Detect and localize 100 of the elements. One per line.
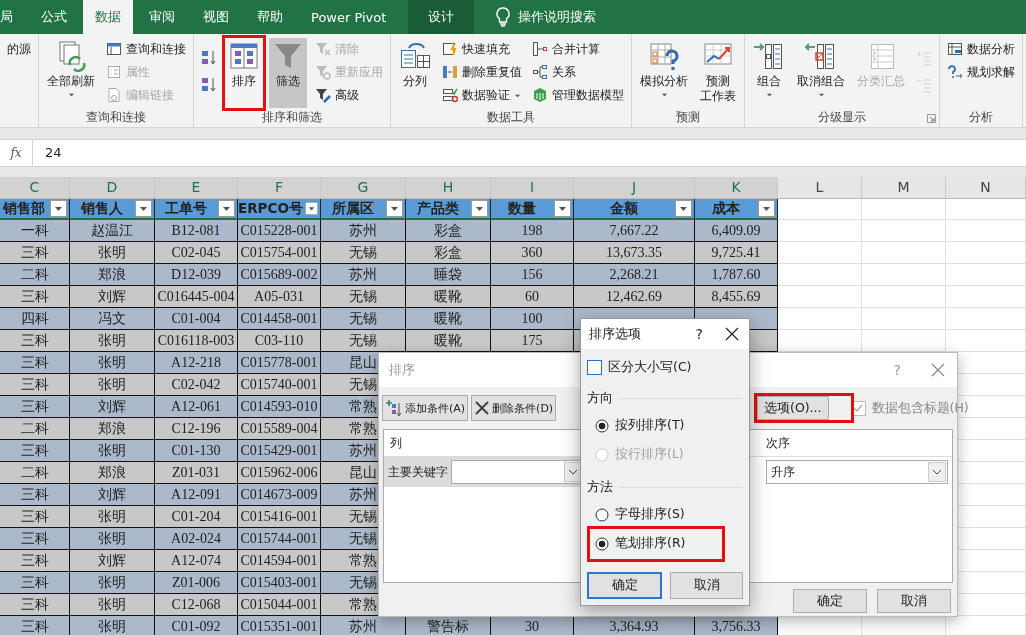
ribbon-button[interactable]: 数据验证 [440, 84, 523, 106]
column-header[interactable]: L [778, 177, 862, 198]
tell-me-search[interactable]: 操作说明搜索 [518, 8, 597, 26]
ribbon-button[interactable]: 快速填充 [440, 38, 512, 60]
sheet-cell[interactable] [862, 199, 946, 220]
sheet-cell[interactable] [946, 264, 1026, 286]
column-header[interactable]: C [0, 177, 70, 198]
caret-icon [765, 91, 773, 98]
column-header[interactable]: D [70, 177, 155, 198]
ribbon-button[interactable]: 全部刷新 [44, 38, 98, 108]
order-dropdown[interactable]: 升序 [766, 460, 948, 484]
lightbulb-icon [496, 7, 511, 27]
insert-function-button[interactable]: fx [0, 140, 33, 166]
column-heading: 次序 [765, 434, 791, 452]
header-text: 销售部 [1, 199, 46, 218]
table-cell: 三科 [0, 572, 70, 594]
filter-button[interactable] [675, 200, 692, 217]
ribbon-tab[interactable]: 局 [0, 0, 25, 34]
ribbon-button[interactable]: 合并计算 [530, 38, 602, 60]
filter-button[interactable] [554, 200, 571, 217]
sheet-cell[interactable] [946, 242, 1026, 264]
radio-button[interactable]: 笔划排序(R) [595, 533, 686, 554]
ribbon-button[interactable]: 分列 [396, 38, 434, 108]
filter-button[interactable] [758, 200, 775, 217]
ribbon-button[interactable]: 的源 [5, 38, 33, 60]
column-header[interactable]: F [238, 177, 321, 198]
table-cell: 二科 [0, 418, 70, 440]
column-header[interactable]: H [406, 177, 491, 198]
options-button[interactable]: 选项(O)... [757, 396, 829, 420]
header-text: 成本 [710, 199, 741, 218]
sheet-cell[interactable] [778, 308, 862, 330]
ribbon-tab[interactable]: 公式 [29, 0, 79, 34]
table-cell: C015589-004 [238, 418, 321, 440]
column-header[interactable]: N [946, 177, 1026, 198]
sheet-cell[interactable] [862, 220, 946, 242]
table-cell: C01-092 [155, 616, 238, 635]
column-header[interactable]: I [491, 177, 574, 198]
checkbox[interactable]: 区分大小写(C) [587, 359, 743, 376]
table-cell: 三科 [0, 506, 70, 528]
ribbon-button[interactable]: 查询和连接 [104, 38, 188, 60]
formula-input[interactable]: 24 [33, 140, 1026, 166]
ribbon-tab[interactable]: 设计 [408, 0, 475, 34]
column-header[interactable]: M [862, 177, 946, 198]
sheet-cell[interactable] [946, 220, 1026, 242]
sheet-cell[interactable] [946, 308, 1026, 330]
sheet-cell[interactable] [862, 264, 946, 286]
ribbon-tab[interactable]: 视图 [191, 0, 241, 34]
filter-button[interactable] [471, 200, 488, 217]
ribbon-tab[interactable]: 数据 [83, 0, 133, 34]
help-button[interactable]: ? [695, 326, 703, 342]
ribbon-tab[interactable]: Power Pivot [299, 0, 399, 34]
ribbon-button[interactable]: 筛选 [269, 38, 307, 108]
table-cell: 无锡 [321, 286, 406, 308]
table-cell: 暖靴 [406, 286, 491, 308]
column-header[interactable]: K [695, 177, 778, 198]
filter-button[interactable] [218, 200, 235, 217]
toolbar-button[interactable]: 删除条件(D) [471, 395, 557, 421]
ribbon-button[interactable]: 模拟分析 [637, 38, 691, 108]
ribbon-button[interactable]: 规划求解 [945, 61, 1017, 83]
table-cell: C015429-001 [238, 440, 321, 462]
sheet-cell[interactable] [946, 286, 1026, 308]
sheet-cell[interactable] [778, 264, 862, 286]
filter-button[interactable] [386, 200, 403, 217]
ribbon-tab[interactable]: 帮助 [245, 0, 295, 34]
dialog-button[interactable]: 取消 [670, 572, 743, 599]
what-if-icon [648, 40, 680, 72]
ribbon-button[interactable]: 数据分析 [945, 38, 1017, 60]
column-header[interactable]: E [155, 177, 238, 198]
ribbon-button[interactable]: 删除重复值 [440, 61, 524, 83]
radio-button[interactable]: 按列排序(T) [595, 415, 685, 436]
ribbon-button[interactable]: 管理数据模型 [530, 84, 626, 106]
close-icon[interactable] [725, 327, 739, 341]
dialog-button[interactable]: 取消 [877, 589, 951, 613]
column-header[interactable]: G [321, 177, 406, 198]
sheet-cell[interactable] [862, 242, 946, 264]
radio-button[interactable]: 字母排序(S) [595, 504, 685, 525]
filter-button[interactable] [135, 200, 152, 217]
ribbon-tab[interactable]: 审阅 [137, 0, 187, 34]
ribbon-button[interactable]: 排序 [225, 38, 263, 108]
ribbon-button[interactable]: 取消组合 [794, 38, 848, 108]
ribbon-button[interactable]: 预测 工作表 [697, 38, 739, 108]
ribbon-button[interactable]: 组合 [750, 38, 788, 108]
ribbon-button[interactable]: 高级 [313, 84, 361, 106]
table-cell: 张明 [70, 330, 155, 352]
dialog-button[interactable]: 确定 [793, 589, 867, 613]
column-header[interactable]: J [574, 177, 695, 198]
ribbon-button[interactable]: 关系 [530, 61, 578, 83]
sheet-cell[interactable] [946, 199, 1026, 220]
filter-button[interactable] [50, 200, 67, 217]
sheet-cell[interactable] [862, 286, 946, 308]
toolbar-button[interactable]: 添加条件(A) [382, 395, 469, 421]
sheet-cell[interactable] [862, 308, 946, 330]
sheet-cell[interactable] [778, 286, 862, 308]
dialog-button[interactable]: 确定 [587, 572, 662, 599]
sheet-cell[interactable] [778, 199, 862, 220]
dialog-launcher-icon[interactable] [927, 114, 936, 123]
sheet-cell[interactable] [778, 242, 862, 264]
filter-button[interactable] [304, 200, 318, 217]
table-cell: D12-039 [155, 264, 238, 286]
sheet-cell[interactable] [778, 220, 862, 242]
